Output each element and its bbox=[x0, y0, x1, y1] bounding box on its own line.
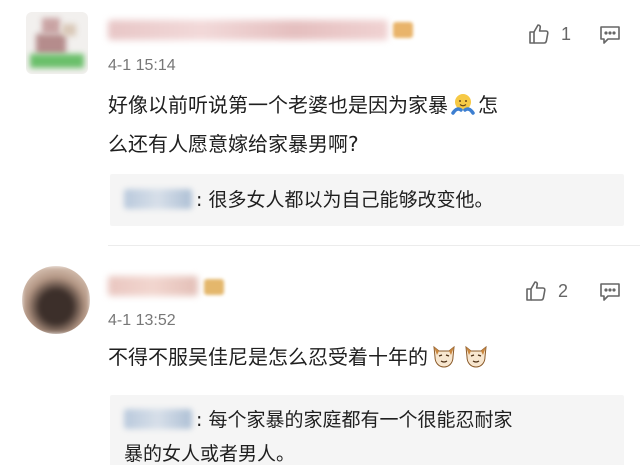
comment-text: 好像以前听说第一个老婆也是因为家暴 怎 么还有人愿意嫁给家暴男啊? bbox=[108, 88, 608, 161]
comment-text-line1-end: 怎 bbox=[478, 93, 498, 117]
avatar[interactable] bbox=[22, 266, 90, 334]
reply-preview[interactable]: : 每个家暴的家庭都有一个很能忍耐家 暴的女人或者男人。 bbox=[110, 395, 624, 465]
like-button[interactable]: 2 bbox=[524, 279, 568, 303]
avatar[interactable] bbox=[26, 12, 88, 74]
reply-button[interactable] bbox=[598, 281, 622, 303]
comment-text: 不得不服吴佳尼是怎么忍受着十年的 bbox=[108, 340, 608, 379]
badge-icon bbox=[393, 22, 413, 38]
like-button[interactable]: 1 bbox=[527, 22, 571, 46]
reply-text-line1: 每个家暴的家庭都有一个很能忍耐家 bbox=[208, 409, 513, 431]
comment-bubble-icon bbox=[598, 281, 622, 303]
comment-text-line1: 好像以前听说第一个老婆也是因为家暴 bbox=[108, 93, 448, 117]
comment-time: 4-1 15:14 bbox=[108, 57, 176, 74]
comment-bubble-icon bbox=[598, 24, 622, 46]
comment-item: 1 4-1 15:14 好像以前听说第一个老婆也是因为家暴 怎 么还有人愿意嫁给… bbox=[0, 0, 640, 245]
comment-item: 2 4-1 13:52 不得不服吴佳尼是怎么忍受着十年的 : 每个家暴的家庭都有… bbox=[0, 246, 640, 465]
badge-icon bbox=[204, 279, 224, 295]
cat-face-emoji bbox=[430, 341, 458, 379]
comment-text-body: 不得不服吴佳尼是怎么忍受着十年的 bbox=[108, 345, 428, 369]
like-count: 2 bbox=[558, 280, 569, 301]
comment-time: 4-1 13:52 bbox=[108, 312, 176, 329]
reply-text: 很多女人都以为自己能够改变他。 bbox=[208, 189, 494, 211]
reply-username[interactable] bbox=[124, 189, 192, 209]
reply-text-line2: 暴的女人或者男人。 bbox=[124, 443, 296, 465]
reply-preview[interactable]: : 很多女人都以为自己能够改变他。 bbox=[110, 174, 624, 226]
cat-face-emoji bbox=[462, 341, 490, 379]
username[interactable] bbox=[108, 20, 388, 40]
reply-username[interactable] bbox=[124, 409, 192, 429]
comment-text-line2: 么还有人愿意嫁给家暴男啊? bbox=[108, 132, 359, 156]
username[interactable] bbox=[108, 276, 198, 296]
thumbs-up-icon bbox=[527, 22, 551, 46]
thumbs-up-icon bbox=[524, 279, 548, 303]
reply-colon: : bbox=[196, 189, 203, 211]
reply-button[interactable] bbox=[598, 24, 622, 46]
like-count: 1 bbox=[561, 23, 572, 44]
reply-colon: : bbox=[196, 409, 203, 431]
hugging-face-emoji bbox=[450, 91, 476, 127]
